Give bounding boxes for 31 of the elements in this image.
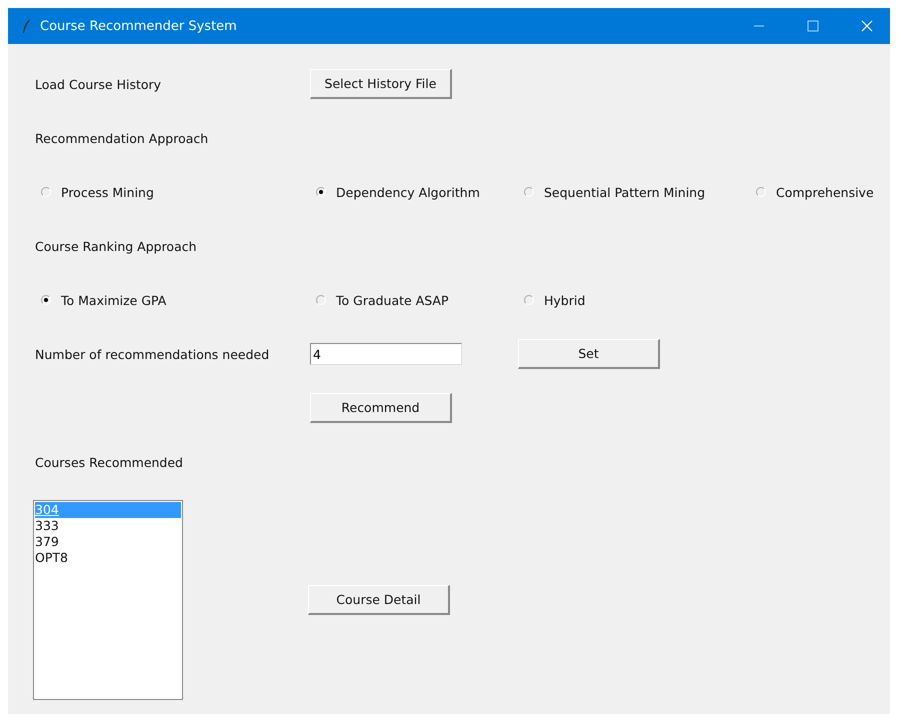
section-label: Recommendation Approach xyxy=(35,130,210,146)
radio-label: Comprehensive xyxy=(776,184,874,200)
radio-option[interactable]: To Graduate ASAP xyxy=(310,292,518,308)
field-label: Number of recommendations needed xyxy=(35,346,270,362)
field-label: Load Course History xyxy=(35,76,162,92)
radio-label: Hybrid xyxy=(544,292,586,308)
feather-icon xyxy=(22,18,32,34)
section-label: Course Ranking Approach xyxy=(35,238,198,254)
radio-label: Dependency Algorithm xyxy=(336,184,480,200)
radio-label: Process Mining xyxy=(61,184,154,200)
list-item[interactable]: 333 xyxy=(35,518,181,534)
window-title: Course Recommender System xyxy=(40,18,237,34)
radio-label: To Maximize GPA xyxy=(61,292,166,308)
radio-label: Sequential Pattern Mining xyxy=(544,184,706,200)
maximize-icon[interactable] xyxy=(807,20,819,32)
close-icon[interactable] xyxy=(861,20,873,32)
select-file-button[interactable]: Select History File xyxy=(310,69,452,99)
radio-option[interactable]: Dependency Algorithm xyxy=(310,184,518,200)
radio-option[interactable]: Hybrid xyxy=(518,292,750,308)
recommend-button[interactable]: Recommend xyxy=(310,393,452,423)
number-input-field[interactable]: 4 xyxy=(310,343,462,365)
set-button[interactable]: Set xyxy=(518,339,660,369)
list-item[interactable]: 379 xyxy=(35,534,181,550)
radio-option[interactable]: To Maximize GPA xyxy=(35,292,310,308)
radio-option[interactable]: Comprehensive xyxy=(750,184,880,200)
radio-option[interactable]: Process Mining xyxy=(35,184,310,200)
radio-label: To Graduate ASAP xyxy=(336,292,449,308)
course-detail-button[interactable]: Course Detail xyxy=(308,585,450,615)
list-item[interactable]: OPT8 xyxy=(35,550,181,566)
section-label: Courses Recommended xyxy=(35,454,184,470)
radio-option[interactable]: Sequential Pattern Mining xyxy=(518,184,750,200)
